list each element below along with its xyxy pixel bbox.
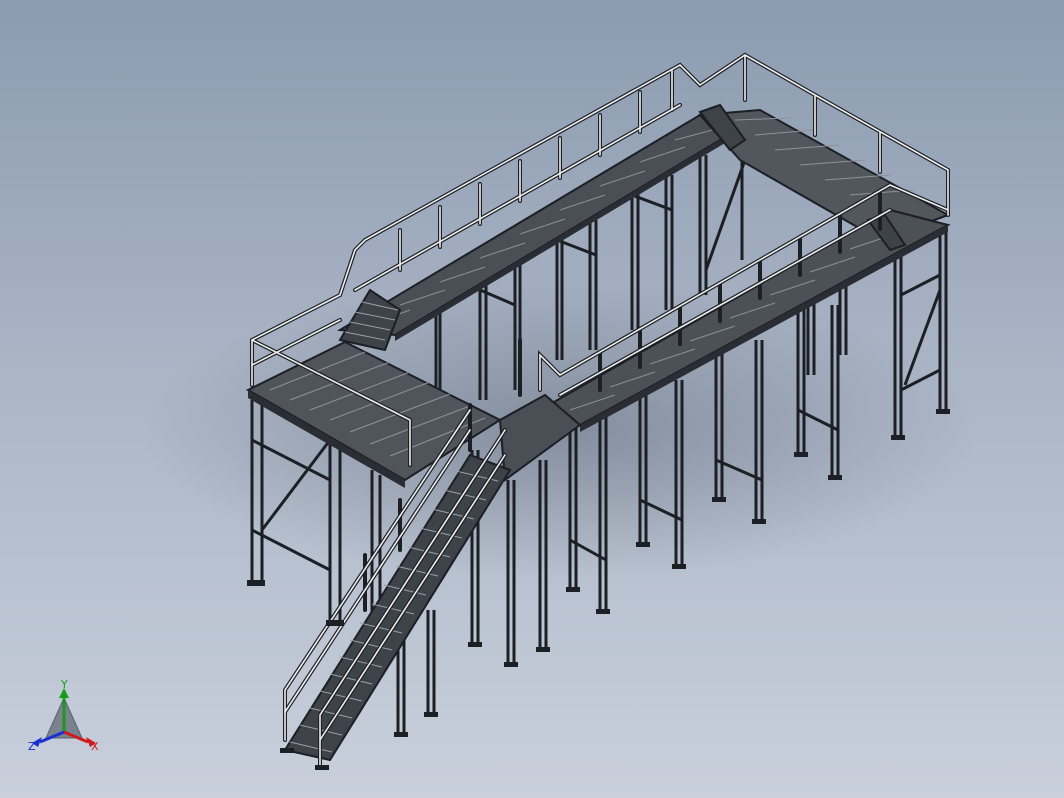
y-axis-label: Y	[60, 680, 68, 691]
coordinate-triad[interactable]: Y X Z	[24, 680, 114, 760]
platform-model[interactable]	[0, 0, 1064, 798]
graphics-viewport[interactable]: Y X Z	[0, 0, 1064, 798]
z-axis-label: Z	[28, 740, 36, 753]
x-axis-label: X	[91, 740, 99, 753]
